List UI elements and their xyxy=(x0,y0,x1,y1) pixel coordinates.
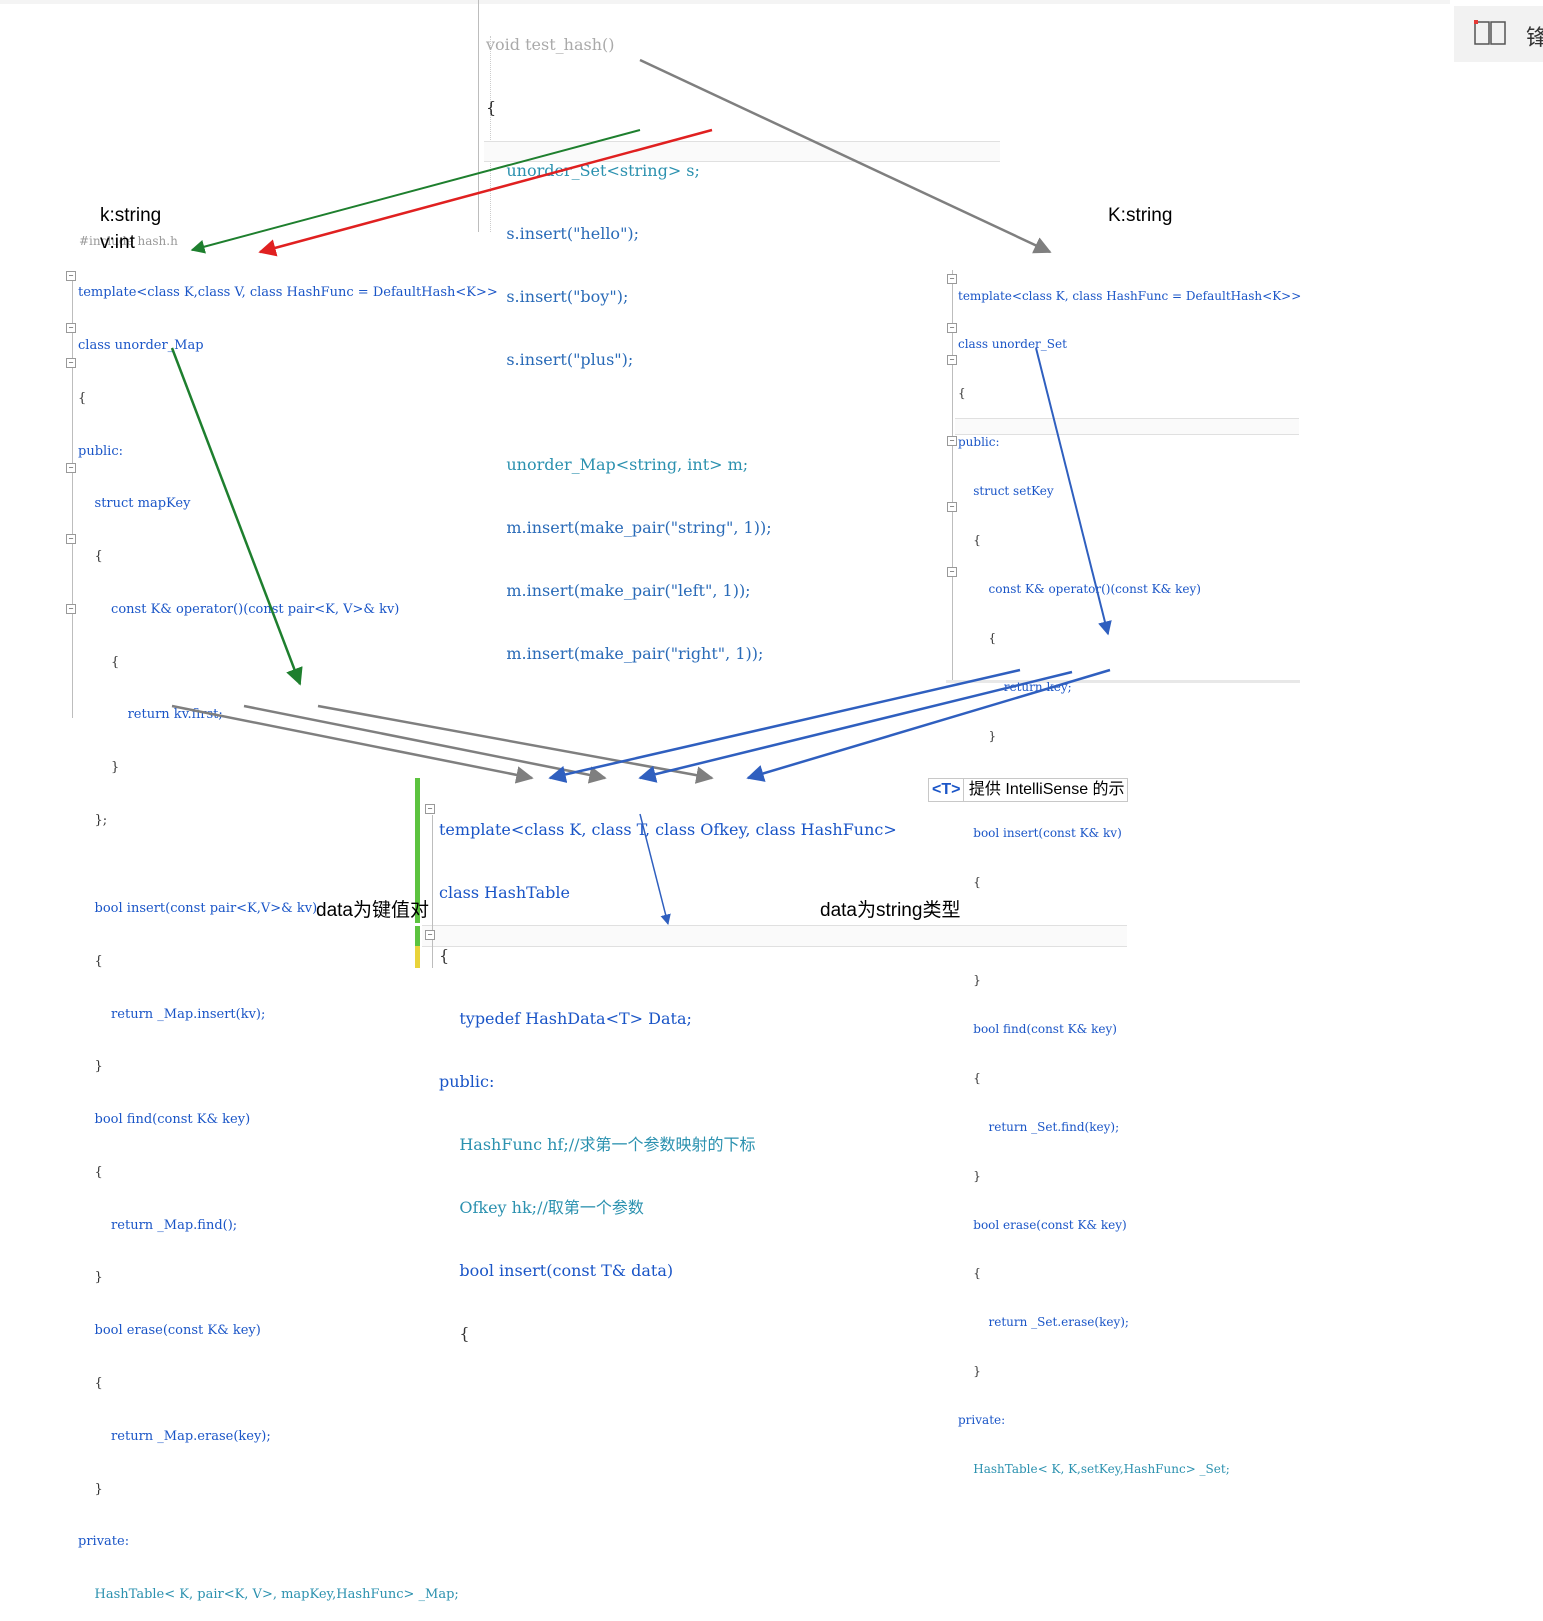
code-line: bool erase(const K& key) xyxy=(958,1217,1127,1232)
arrow-gray-mapkey xyxy=(317,704,714,784)
code-line: { xyxy=(78,1164,103,1180)
code-line: HashFunc hf;//求第一个参数映射的下标 xyxy=(439,1135,756,1154)
arrow-green-string-to-k xyxy=(190,129,641,254)
arrow-blue-setkey-bottom xyxy=(746,668,1111,782)
arrow-gray-k xyxy=(171,704,534,784)
arrow-gray-pair xyxy=(243,704,607,784)
arrow-blue-k xyxy=(548,668,1021,784)
code-line: typedef HashData<T> Data; xyxy=(439,1009,692,1028)
code-line: } xyxy=(958,973,981,988)
code-line: return _Map.find(); xyxy=(78,1217,238,1233)
code-line: { xyxy=(958,1266,981,1281)
arrow-blue-setkey xyxy=(1035,347,1112,636)
code-line: return _Map.insert(kv); xyxy=(78,1006,266,1022)
code-line: bool insert(const T& data) xyxy=(439,1261,674,1280)
code-line: { xyxy=(958,1070,981,1085)
arrow-blue-k2 xyxy=(638,670,1073,783)
code-line: return _Set.find(key); xyxy=(958,1119,1120,1134)
code-line: bool erase(const K& key) xyxy=(78,1323,261,1339)
code-line: } xyxy=(78,1059,103,1075)
code-line: { xyxy=(78,1376,103,1391)
arrow-green-mapkey xyxy=(170,347,303,686)
arrow-layer xyxy=(170,58,1112,926)
code-line: HashTable< K, pair<K, V>, mapKey,HashFun… xyxy=(78,1587,459,1603)
code-line: bool find(const K& key) xyxy=(958,1021,1117,1036)
code-line: public: xyxy=(439,1072,495,1091)
arrow-red-int-to-v xyxy=(258,128,713,257)
code-line: { xyxy=(439,1324,470,1343)
code-line: } xyxy=(958,1364,981,1379)
code-line: private: xyxy=(958,1413,1006,1428)
arrow-gray-set-to-k xyxy=(639,58,1052,254)
code-line: bool find(const K& key) xyxy=(78,1112,251,1128)
code-line: } xyxy=(958,1168,981,1183)
code-line: } xyxy=(78,1481,103,1497)
arrow-blue-t-data xyxy=(639,813,671,926)
code-line: Ofkey hk;//取第一个参数 xyxy=(439,1198,644,1217)
code-line: return _Set.erase(key); xyxy=(958,1315,1129,1330)
code-line: HashTable< K, K,setKey,HashFunc> _Set; xyxy=(958,1461,1230,1476)
code-line: return _Map.erase(key); xyxy=(78,1428,271,1444)
code-line: private: xyxy=(78,1534,130,1550)
code-line: } xyxy=(78,1270,103,1286)
